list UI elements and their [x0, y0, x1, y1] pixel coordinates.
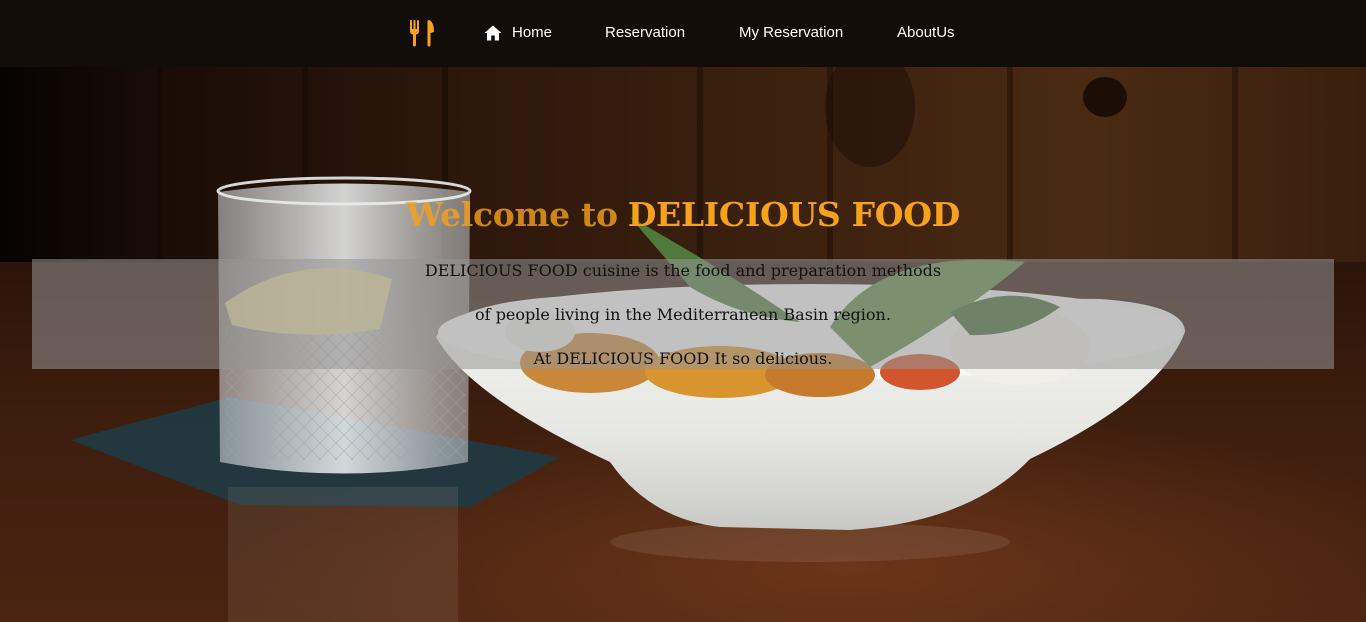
hero-description-line: of people living in the Mediterranean Ba… — [475, 305, 891, 324]
nav-home-label: Home — [512, 24, 553, 41]
hero-description-line: DELICIOUS FOOD cuisine is the food and p… — [424, 261, 942, 280]
nav-aboutus-link[interactable]: AboutUs — [897, 23, 955, 43]
hero-description-line: At DELICIOUS FOOD It so delicious. — [533, 349, 833, 368]
hero-section: Welcome to DELICIOUS FOOD DELICIOUS FOOD … — [0, 67, 1366, 622]
hero-welcome-text: Welcome to — [406, 195, 618, 234]
home-icon — [484, 25, 502, 41]
nav-home-link[interactable]: Home — [484, 23, 552, 43]
top-navbar: Home Reservation My Reservation AboutUs — [0, 0, 1366, 67]
nav-inner: Home Reservation My Reservation AboutUs — [0, 0, 1366, 67]
fork-knife-icon[interactable] — [408, 18, 436, 48]
nav-my-reservation-link[interactable]: My Reservation — [739, 23, 843, 43]
hero-headline: Welcome to DELICIOUS FOOD — [0, 195, 1366, 234]
hero-brand-name: DELICIOUS FOOD — [627, 195, 961, 234]
nav-reservation-link[interactable]: Reservation — [605, 23, 685, 43]
